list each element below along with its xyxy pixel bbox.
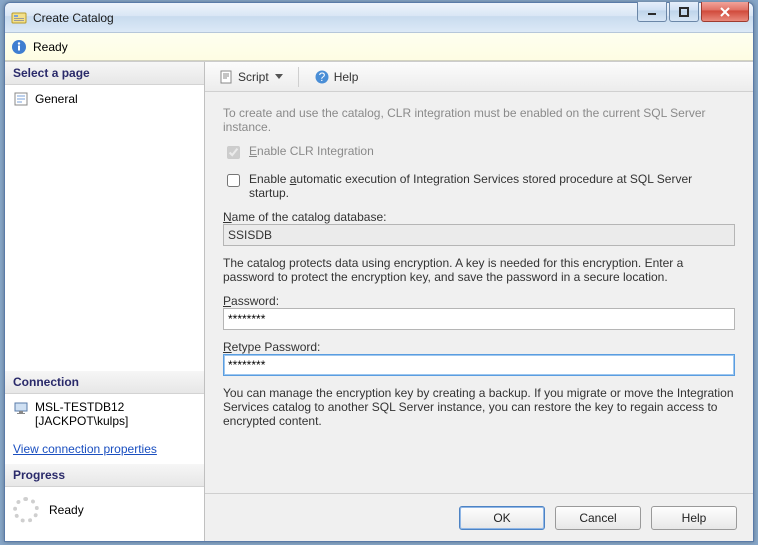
maximize-button[interactable]	[669, 2, 699, 22]
close-button[interactable]	[701, 2, 749, 22]
db-name-row: Name of the catalog database:	[223, 210, 735, 246]
db-name-input[interactable]	[223, 224, 735, 246]
close-icon	[719, 7, 731, 17]
db-name-label: Name of the catalog database:	[223, 210, 735, 224]
info-icon	[11, 39, 27, 55]
progress-spinner-icon	[13, 497, 39, 523]
status-text: Ready	[33, 40, 68, 54]
status-bar: Ready	[5, 33, 753, 61]
minimize-button[interactable]	[637, 2, 667, 22]
right-pane: Script ? Help To create and use the cata…	[205, 62, 753, 541]
script-icon	[218, 69, 234, 85]
password-row: Password:	[223, 294, 735, 330]
enable-clr-label: nable CLR Integration	[257, 144, 374, 158]
app-icon	[11, 10, 27, 26]
user-name: [JACKPOT\kulps]	[35, 414, 128, 428]
dialog-body: Select a page General Connection MSL-TES…	[5, 61, 753, 541]
enable-clr-checkbox	[227, 146, 240, 159]
page-general-icon	[13, 91, 29, 107]
svg-text:?: ?	[318, 70, 325, 84]
password-input[interactable]	[223, 308, 735, 330]
connection-item: MSL-TESTDB12 [JACKPOT\kulps]	[11, 398, 198, 430]
dialog-footer: OK Cancel Help	[205, 493, 753, 541]
page-item-general[interactable]: General	[11, 89, 198, 109]
manage-text: You can manage the encryption key by cre…	[223, 386, 735, 428]
progress-text: Ready	[49, 503, 84, 517]
help-button[interactable]: Help	[651, 506, 737, 530]
intro-text: To create and use the catalog, CLR integ…	[223, 106, 735, 134]
window-title: Create Catalog	[33, 11, 114, 25]
select-page-header: Select a page	[5, 62, 204, 85]
retype-label: Retype Password:	[223, 340, 735, 354]
server-icon	[13, 400, 29, 416]
auto-exec-label-pre: Enable	[249, 172, 290, 186]
window-buttons	[635, 2, 749, 22]
progress-header: Progress	[5, 464, 204, 487]
retype-password-input[interactable]	[223, 354, 735, 376]
page-item-label: General	[35, 92, 78, 106]
help-toolbar-label: Help	[334, 70, 359, 84]
protect-text: The catalog protects data using encrypti…	[223, 256, 735, 284]
enable-clr-underline: E	[249, 144, 257, 158]
connection-body: MSL-TESTDB12 [JACKPOT\kulps]	[5, 394, 204, 434]
help-icon: ?	[314, 69, 330, 85]
enable-clr-row: Enable CLR Integration	[223, 144, 735, 162]
minimize-icon	[647, 7, 657, 17]
server-name: MSL-TESTDB12	[35, 400, 128, 414]
auto-exec-row: Enable automatic execution of Integratio…	[223, 172, 735, 200]
retype-row: Retype Password:	[223, 340, 735, 376]
script-label: Script	[238, 70, 269, 84]
help-toolbar-button[interactable]: ? Help	[307, 65, 366, 89]
toolbar: Script ? Help	[205, 62, 753, 92]
auto-exec-label: utomatic execution of Integration Servic…	[249, 172, 692, 200]
script-button[interactable]: Script	[211, 65, 290, 89]
password-label: Password:	[223, 294, 735, 308]
page-list: General	[5, 85, 204, 371]
dialog-window: Create Catalog Ready Select a page	[4, 2, 754, 542]
view-connection-properties-link[interactable]: View connection properties	[5, 434, 204, 464]
maximize-icon	[679, 7, 689, 17]
ok-button[interactable]: OK	[459, 506, 545, 530]
toolbar-separator	[298, 67, 299, 87]
title-bar[interactable]: Create Catalog	[5, 3, 753, 33]
auto-exec-checkbox[interactable]	[227, 174, 240, 187]
content-area: To create and use the catalog, CLR integ…	[205, 92, 753, 493]
left-pane: Select a page General Connection MSL-TES…	[5, 62, 205, 541]
progress-body: Ready	[5, 487, 204, 541]
chevron-down-icon	[275, 74, 283, 79]
cancel-button[interactable]: Cancel	[555, 506, 641, 530]
connection-header: Connection	[5, 371, 204, 394]
